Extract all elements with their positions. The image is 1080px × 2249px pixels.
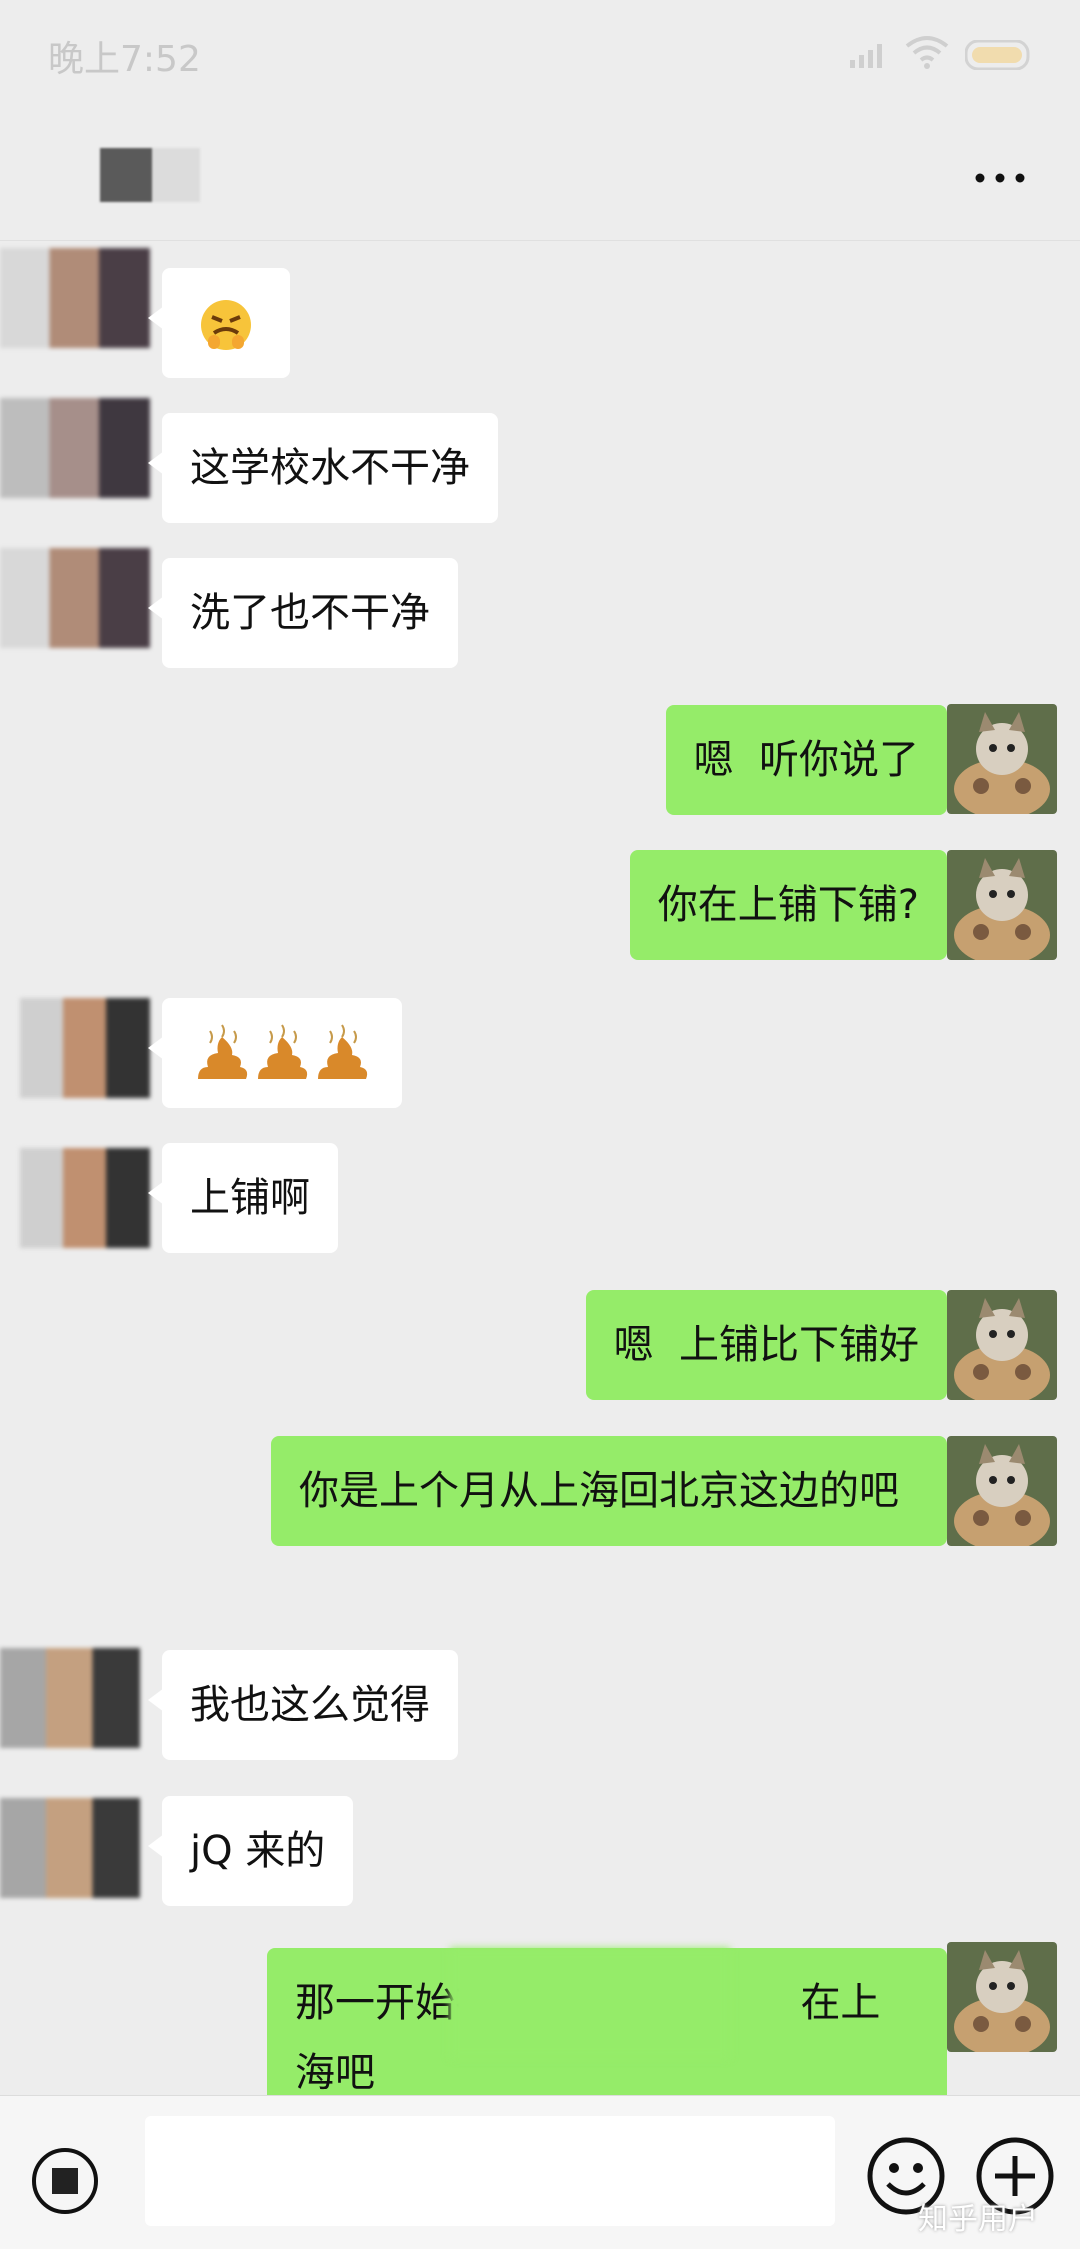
message-input[interactable] — [145, 2116, 835, 2226]
message-bubble-self[interactable]: 你在上铺下铺? — [629, 850, 962, 960]
message-text: 我也这么觉得 — [190, 1682, 430, 1728]
contact-avatar[interactable] — [0, 1648, 140, 1748]
message-text: 你是上个月从上海回北京这边的吧 — [299, 1468, 899, 1514]
cat-avatar-icon — [947, 1942, 1057, 2052]
message-bubble[interactable]: 洗了也不干净 — [148, 558, 458, 668]
message-bubble[interactable] — [148, 268, 290, 378]
poop-emoji-icon — [198, 1024, 368, 1079]
grimace-emoji-icon — [201, 300, 251, 350]
contact-avatar[interactable] — [0, 248, 150, 348]
self-avatar[interactable] — [947, 850, 1057, 960]
contact-avatar[interactable] — [0, 1798, 140, 1898]
contact-avatar[interactable] — [0, 548, 150, 648]
message-text: 洗了也不干净 — [190, 590, 430, 636]
self-avatar[interactable] — [947, 1942, 1057, 2052]
contact-avatar[interactable] — [0, 398, 150, 498]
self-avatar[interactable] — [947, 1436, 1057, 1546]
voice-icon[interactable] — [30, 2146, 100, 2216]
contact-name-redacted — [100, 148, 200, 202]
message-text: 嗯 上铺比下铺好 — [613, 1322, 919, 1368]
message-bubble-self[interactable]: 你是上个月从上海回北京这边的吧 — [271, 1436, 961, 1546]
chat-header — [0, 110, 1080, 241]
message-text: 这学校水不干净 — [190, 445, 470, 491]
message-text: jQ 来的 — [190, 1828, 326, 1874]
message-bubble[interactable]: jQ 来的 — [147, 1796, 354, 1906]
self-avatar[interactable] — [947, 704, 1057, 814]
message-text: 嗯 听你说了 — [693, 737, 919, 783]
input-bar: 知乎用户 — [0, 2095, 1080, 2249]
self-avatar[interactable] — [947, 1290, 1057, 1400]
status-time: 晚上7:52 — [48, 39, 201, 80]
signal-icon — [850, 44, 882, 68]
message-text: 上铺啊 — [190, 1175, 310, 1221]
redaction-block — [450, 1948, 730, 2058]
watermark: 知乎用户 — [918, 2202, 1038, 2237]
message-bubble[interactable]: 上铺啊 — [148, 1143, 338, 1253]
cat-avatar-icon — [947, 704, 1057, 814]
status-bar: 晚上7:52 — [0, 0, 1080, 110]
message-text: 你在上铺下铺? — [657, 882, 919, 928]
battery-icon — [965, 40, 1030, 70]
cat-avatar-icon — [947, 850, 1057, 960]
cat-avatar-icon — [947, 1290, 1057, 1400]
message-bubble-self[interactable]: 嗯 听你说了 — [665, 705, 962, 815]
message-bubble[interactable]: 这学校水不干净 — [148, 413, 498, 523]
message-bubble[interactable]: 我也这么觉得 — [148, 1650, 458, 1760]
cat-avatar-icon — [947, 1436, 1057, 1546]
contact-avatar[interactable] — [20, 1148, 150, 1248]
wifi-icon — [905, 36, 949, 69]
contact-avatar[interactable] — [20, 998, 150, 1098]
more-dots-icon[interactable] — [970, 158, 1030, 198]
message-bubble-self[interactable]: 嗯 上铺比下铺好 — [585, 1290, 962, 1400]
message-bubble[interactable] — [148, 998, 402, 1108]
